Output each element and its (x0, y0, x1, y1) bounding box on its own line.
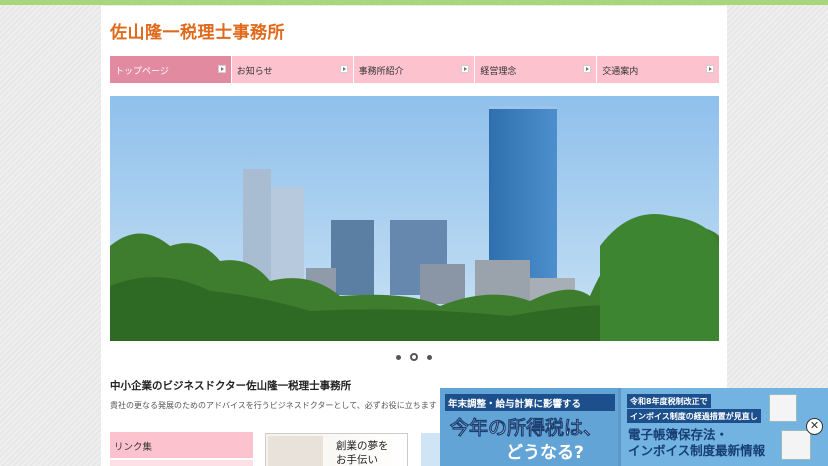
site-title[interactable]: 佐山隆一税理士事務所 (110, 18, 285, 43)
intro-text: 貴社の更なる発展のためのアドバイスを行うビジネスドクターとして、必ずお役に立ちま… (110, 401, 437, 410)
slider-dot[interactable] (427, 354, 432, 360)
nav-item-label: 交通案内 (602, 67, 639, 77)
top-accent-bar (0, 0, 828, 5)
links-heading: リンク集 (110, 432, 253, 458)
ad-left-headline: 今年の所得税は、 (450, 417, 603, 440)
banner-line-1: 創業の夢を (336, 440, 389, 452)
arrow-right-icon (461, 65, 470, 73)
nav-item-philosophy[interactable]: 経営理念 (475, 56, 598, 83)
nav-item-top[interactable]: トップページ (110, 56, 232, 83)
arrow-right-icon (217, 65, 226, 73)
newspaper-icon (781, 430, 811, 460)
nav-item-label: トップページ (115, 67, 169, 77)
banner-line-2: お手伝い (336, 454, 378, 466)
slider-dot-active[interactable] (410, 353, 418, 361)
second-banner[interactable] (421, 433, 441, 466)
arrow-right-icon (583, 65, 592, 73)
city-skyline-photo (110, 96, 719, 341)
ad-income-tax[interactable]: 年末調整・給与計算に影響する 今年の所得税は、 どうなる? (440, 388, 618, 466)
ad-right-line-2: インボイス制度最新情報 (628, 443, 766, 458)
slider-dot[interactable] (396, 354, 401, 360)
arrow-right-icon (339, 65, 348, 73)
nav-item-access[interactable]: 交通案内 (597, 56, 719, 83)
links-list (110, 460, 253, 466)
global-nav: トップページ お知らせ 事務所紹介 経営理念 交通案内 (110, 56, 719, 83)
ad-right-line-1: 電子帳簿保存法・ (628, 427, 729, 442)
ad-right-tag-1: 令和8年度税制改正で (627, 394, 711, 408)
ad-right-headline: 電子帳簿保存法・ インボイス制度最新情報 (628, 427, 765, 459)
ad-left-top-text: 年末調整・給与計算に影響する (445, 394, 615, 411)
page-heading: 中小企業のビジネスドクター佐山隆一税理士事務所 (110, 380, 352, 392)
nav-item-news[interactable]: お知らせ (231, 56, 354, 83)
woman-photo (268, 436, 323, 466)
banner-text: 創業の夢を お手伝い (336, 439, 389, 466)
nav-item-label: お知らせ (236, 67, 273, 77)
nav-item-label: 経営理念 (480, 67, 517, 77)
hero-slider-image[interactable] (110, 96, 719, 341)
startup-support-banner[interactable]: 創業の夢を お手伝い (265, 433, 408, 466)
nav-item-label: 事務所紹介 (358, 67, 404, 77)
arrow-right-icon (705, 65, 714, 73)
bottom-ad-banner[interactable]: 年末調整・給与計算に影響する 今年の所得税は、 どうなる? 令和8年度税制改正で… (440, 388, 828, 466)
ad-left-headline-2: どうなる? (506, 443, 584, 463)
document-icon (769, 394, 797, 422)
ad-invoice-system[interactable]: 令和8年度税制改正で インボイス制度の経過措置が見直し 電子帳簿保存法・ インボ… (621, 388, 828, 466)
slider-dots (101, 353, 727, 361)
nav-item-office[interactable]: 事務所紹介 (353, 56, 476, 83)
ad-right-tag-2: インボイス制度の経過措置が見直し (627, 409, 761, 423)
close-icon[interactable]: ✕ (806, 418, 823, 435)
